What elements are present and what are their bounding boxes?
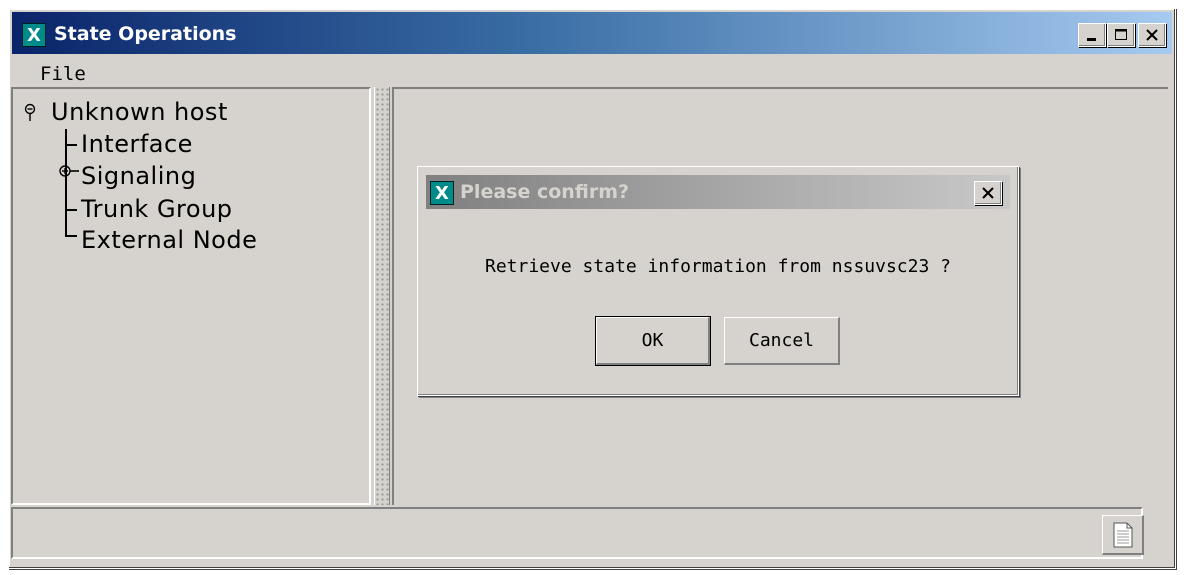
minimize-icon	[1087, 38, 1096, 41]
tree-item-interface[interactable]: Interface	[81, 129, 193, 159]
close-icon	[1146, 29, 1158, 41]
window-title: State Operations	[54, 23, 237, 45]
confirm-dialog: X Please confirm? Retrieve state informa…	[417, 166, 1019, 396]
cancel-button[interactable]: Cancel	[724, 317, 840, 365]
dialog-x-icon: X	[430, 181, 454, 205]
dialog-title: Please confirm?	[460, 181, 630, 203]
maximize-button[interactable]	[1107, 23, 1135, 47]
dialog-close-button[interactable]	[974, 181, 1002, 205]
dialog-titlebar[interactable]: X Please confirm?	[426, 175, 1010, 209]
tree-panel: Unknown host Interface Signaling Trunk G…	[11, 87, 371, 505]
tree-item-signaling[interactable]: Signaling	[81, 161, 196, 191]
tree-connector	[65, 144, 77, 146]
tree-connector	[65, 209, 77, 211]
maximize-icon	[1115, 29, 1127, 40]
tree-item-external-node[interactable]: External Node	[81, 225, 257, 255]
expanded-node-icon[interactable]	[23, 103, 39, 123]
tree-connector	[65, 235, 77, 237]
tree-item-trunk-group[interactable]: Trunk Group	[81, 194, 233, 224]
tree-item-root[interactable]: Unknown host	[51, 97, 228, 127]
collapsed-node-icon[interactable]	[57, 163, 81, 179]
pane-splitter[interactable]	[374, 87, 390, 505]
window-titlebar[interactable]: X State Operations	[12, 12, 1172, 54]
app-x-icon: X	[22, 23, 46, 47]
status-bar	[11, 507, 1143, 559]
dialog-message: Retrieve state information from nssuvsc2…	[485, 256, 951, 277]
menu-file[interactable]: File	[40, 61, 86, 87]
ok-button[interactable]: OK	[595, 316, 711, 366]
menu-bar: File	[12, 57, 1172, 91]
close-button[interactable]	[1138, 23, 1166, 47]
minimize-button[interactable]	[1078, 23, 1106, 47]
close-icon	[982, 187, 994, 199]
document-button[interactable]	[1102, 515, 1144, 555]
document-icon	[1113, 522, 1132, 547]
